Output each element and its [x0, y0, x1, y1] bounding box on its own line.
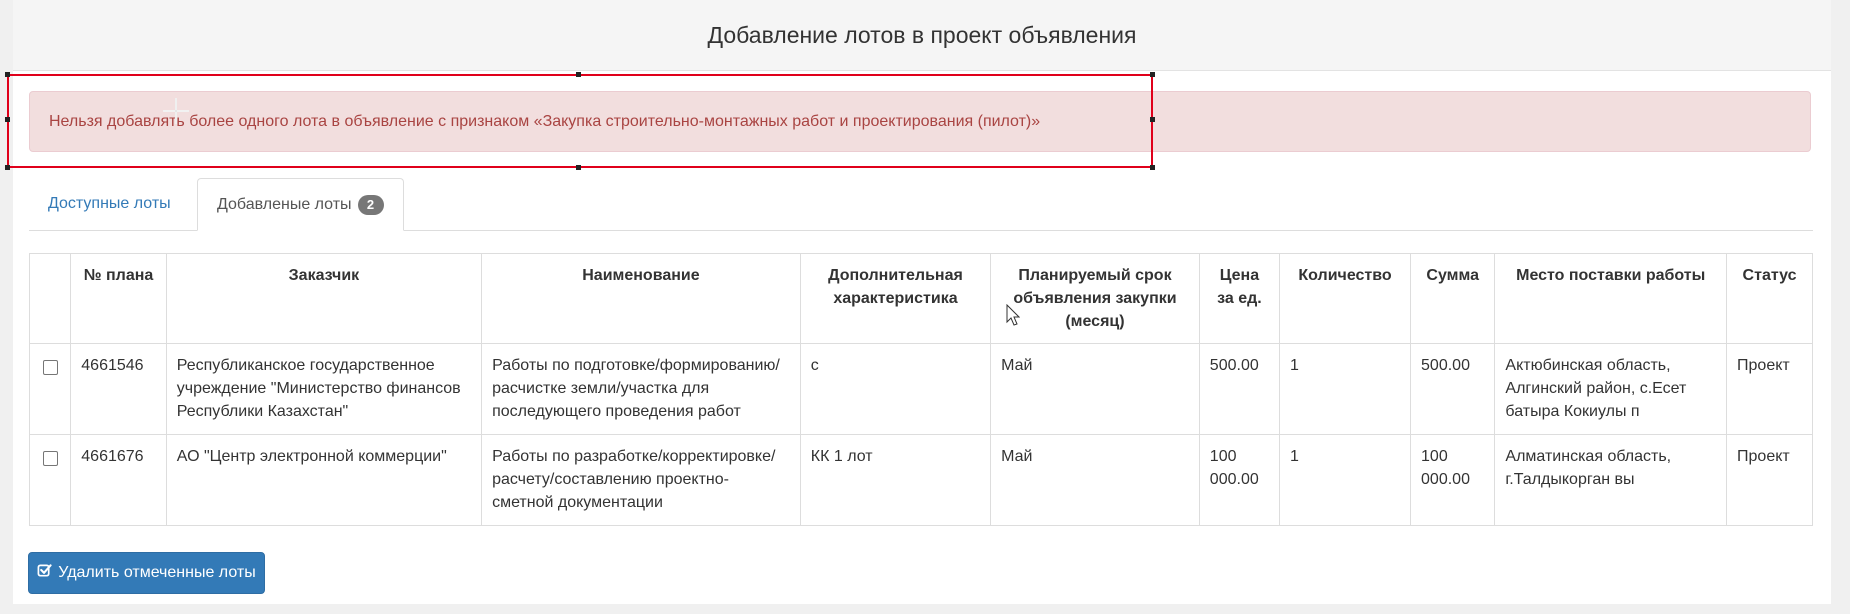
resize-handle[interactable]	[5, 165, 10, 170]
lots-tabs: Доступные лоты Добавленые лоты 2	[29, 178, 1813, 231]
cell-price: 500.00	[1198, 343, 1281, 435]
col-select	[28, 253, 72, 344]
cell-place: Актюбинская область, Алгинский район, с.…	[1494, 343, 1728, 435]
cell-price: 100 000.00	[1198, 434, 1281, 526]
mouse-pointer-icon	[1006, 304, 1020, 326]
cell-customer: Республиканское государственное учрежден…	[165, 343, 483, 435]
alert-text: Нельзя добавлять более одного лота в объ…	[49, 112, 1041, 130]
lots-table: № плана Заказчик Наименование Дополнител…	[28, 253, 1813, 526]
cell-plan: 4661676	[70, 434, 167, 526]
cell-customer: АО "Центр электронной коммерции"	[165, 434, 483, 526]
table-row: 4661546 Республиканское государственное …	[28, 343, 1813, 435]
cell-status: Проект	[1726, 434, 1813, 526]
col-place: Место поставки работы	[1494, 253, 1728, 344]
col-extra: Дополнительная характеристика	[799, 253, 992, 344]
cell-sum: 100 000.00	[1410, 434, 1496, 526]
check-square-icon	[37, 563, 52, 583]
cell-name: Работы по разработке/корректировке/ расч…	[481, 434, 801, 526]
cell-sum: 500.00	[1410, 343, 1496, 435]
row-select-cell	[28, 343, 72, 435]
table-row: 4661676 АО "Центр электронной коммерции"…	[28, 434, 1813, 526]
col-price: Цена за ед.	[1198, 253, 1281, 344]
cell-extra: с	[799, 343, 992, 435]
col-qty: Количество	[1279, 253, 1412, 344]
cell-plan: 4661546	[70, 343, 167, 435]
row-select-cell	[28, 434, 72, 526]
delete-selected-button[interactable]: Удалить отмеченные лоты	[28, 552, 265, 594]
row-checkbox[interactable]	[42, 451, 58, 466]
cell-term: Май	[990, 343, 1200, 435]
resize-handle[interactable]	[5, 117, 10, 122]
cell-extra: КК 1 лот	[799, 434, 992, 526]
cell-qty: 1	[1279, 434, 1412, 526]
cell-term: Май	[990, 434, 1200, 526]
tab-available-label: Доступные лоты	[48, 195, 171, 212]
col-customer: Заказчик	[165, 253, 483, 344]
resize-handle[interactable]	[5, 72, 10, 77]
col-sum: Сумма	[1410, 253, 1496, 344]
tab-added-lots[interactable]: Добавленые лоты 2	[197, 178, 404, 231]
row-checkbox[interactable]	[42, 360, 58, 375]
main-panel: Добавление лотов в проект объявления Нел…	[13, 0, 1831, 604]
col-name: Наименование	[481, 253, 801, 344]
col-term: Планируемый срок объявления закупки (мес…	[990, 253, 1200, 344]
table-header-row: № плана Заказчик Наименование Дополнител…	[28, 253, 1813, 344]
cell-name: Работы по подготовке/формированию/ расчи…	[481, 343, 801, 435]
added-count-badge: 2	[357, 194, 384, 215]
cell-qty: 1	[1279, 343, 1412, 435]
col-status: Статус	[1726, 253, 1813, 344]
col-plan: № плана	[70, 253, 167, 344]
cell-status: Проект	[1726, 343, 1813, 435]
page-title: Добавление лотов в проект объявления	[13, 0, 1831, 71]
tab-added-label: Добавленые лоты	[217, 195, 352, 213]
cell-place: Алматинская область, г.Талдыкорган вы	[1494, 434, 1728, 526]
delete-selected-label: Удалить отмеченные лоты	[58, 564, 256, 581]
tab-available-lots[interactable]: Доступные лоты	[29, 178, 190, 230]
error-alert: Нельзя добавлять более одного лота в объ…	[29, 91, 1811, 152]
